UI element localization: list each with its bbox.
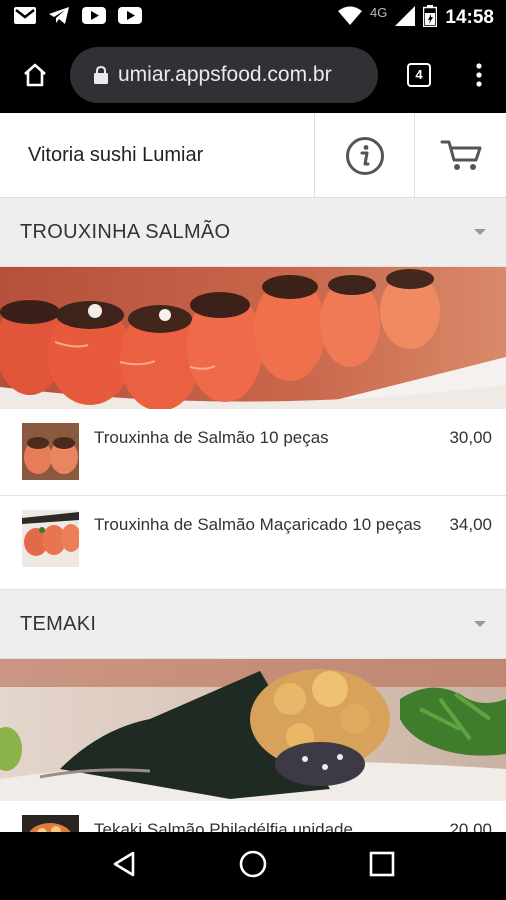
home-nav-button[interactable] — [238, 849, 268, 884]
info-button[interactable] — [314, 113, 414, 198]
menu-list[interactable]: TROUXINHA SALMÃO Trouxinha de Salmão 10 … — [0, 198, 506, 832]
product-thumbnail — [22, 510, 79, 567]
product-name: Trouxinha de Salmão 10 peças — [94, 428, 329, 447]
recents-icon — [370, 851, 395, 876]
category-title: TROUXINHA SALMÃO — [20, 220, 231, 243]
url-text: umiar.appsfood.com.br — [118, 62, 332, 86]
youtube-icon — [118, 7, 142, 29]
chevron-down-icon — [474, 229, 486, 235]
telegram-icon — [48, 6, 70, 30]
category-banner-image — [0, 659, 506, 801]
address-bar[interactable]: umiar.appsfood.com.br — [70, 46, 378, 103]
home-icon — [24, 63, 46, 86]
category-title: TEMAKI — [20, 612, 97, 635]
back-icon — [113, 851, 134, 876]
gmail-icon — [14, 7, 36, 29]
recents-button[interactable] — [369, 851, 395, 882]
youtube-icon — [82, 7, 106, 29]
product-name: Trouxinha de Salmão Maçaricado 10 peças — [94, 515, 422, 534]
product-thumbnail — [22, 815, 79, 832]
product-item[interactable]: Trouxinha de Salmão 10 peças 30,00 — [0, 409, 506, 496]
system-status: 4G 14:58 — [338, 4, 506, 32]
network-type: 4G — [370, 4, 388, 20]
category-banner-image — [0, 267, 506, 409]
product-thumbnail — [22, 423, 79, 480]
battery-icon — [423, 4, 438, 32]
category-header[interactable]: TEMAKI — [0, 590, 506, 659]
app-header: Vitoria sushi Lumiar — [0, 113, 506, 198]
system-navigation-bar — [0, 832, 506, 900]
home-button[interactable] — [0, 36, 70, 113]
tab-count: 4 — [407, 62, 431, 87]
home-circle-icon — [239, 850, 267, 877]
cart-icon — [440, 140, 481, 170]
product-item[interactable]: Tekaki Salmão Philadélfia unidade 20,00 — [0, 801, 506, 832]
product-price: 20,00 — [449, 820, 492, 832]
tab-switcher-button[interactable]: 4 — [382, 36, 456, 113]
lock-icon — [94, 65, 108, 84]
product-price: 30,00 — [449, 428, 492, 447]
browser-menu-button[interactable] — [456, 36, 502, 113]
more-vert-icon — [476, 62, 482, 87]
info-icon — [345, 136, 384, 175]
store-name: Vitoria sushi Lumiar — [28, 143, 204, 166]
signal-icon — [395, 5, 416, 31]
clock: 14:58 — [445, 7, 494, 28]
product-item[interactable]: Trouxinha de Salmão Maçaricado 10 peças … — [0, 496, 506, 590]
wifi-icon — [338, 6, 363, 30]
cart-button[interactable] — [414, 113, 506, 198]
browser-toolbar: umiar.appsfood.com.br 4 — [0, 36, 506, 113]
back-button[interactable] — [111, 850, 137, 883]
product-price: 34,00 — [449, 515, 492, 534]
product-name: Tekaki Salmão Philadélfia unidade — [94, 820, 353, 832]
chevron-down-icon — [474, 621, 486, 627]
notification-icons — [0, 6, 142, 30]
category-header[interactable]: TROUXINHA SALMÃO — [0, 198, 506, 267]
screen: 4G 14:58 umiar.appsfood.com.br 4 Vitoria… — [0, 0, 506, 900]
status-bar: 4G 14:58 — [0, 0, 506, 36]
